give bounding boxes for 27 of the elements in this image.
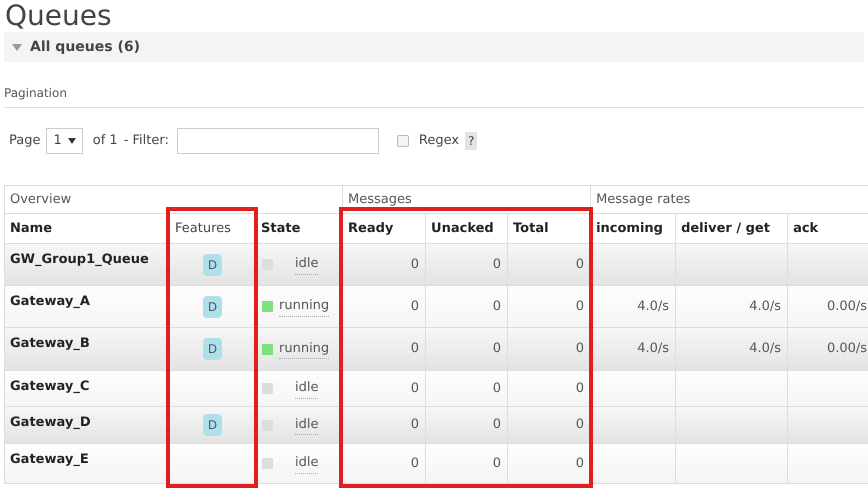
filter-label: - Filter: xyxy=(124,132,169,150)
state-label: idle xyxy=(295,414,318,436)
regex-checkbox[interactable] xyxy=(396,135,409,147)
state-label: running xyxy=(279,338,330,360)
feature-tag: D xyxy=(202,296,222,318)
feature-tag: D xyxy=(202,338,222,360)
table-cell: 0 xyxy=(342,444,426,484)
section-header[interactable]: All queues (6) xyxy=(4,32,864,62)
column-group-header: Message rates xyxy=(590,186,868,214)
page-count: of 1 xyxy=(92,132,118,150)
column-group-header: Overview xyxy=(4,186,343,214)
table-cell: 0 xyxy=(426,444,508,484)
state-label: idle xyxy=(295,453,318,474)
page-select[interactable]: 1 xyxy=(46,128,83,154)
caret-icon xyxy=(68,138,76,144)
caret-icon xyxy=(12,44,22,50)
feature-tag: D xyxy=(202,414,222,436)
page-title: Queues xyxy=(4,0,112,32)
state-label: idle xyxy=(295,378,318,399)
state-label: running xyxy=(279,296,330,317)
filter-field[interactable] xyxy=(176,128,379,154)
state-label: idle xyxy=(295,254,318,275)
page-label: Page xyxy=(9,132,40,150)
help-button[interactable]: ? xyxy=(465,132,478,150)
pagination-heading: Pagination xyxy=(4,86,67,100)
regex-label: Regex xyxy=(418,132,460,150)
feature-tag: D xyxy=(202,254,222,276)
